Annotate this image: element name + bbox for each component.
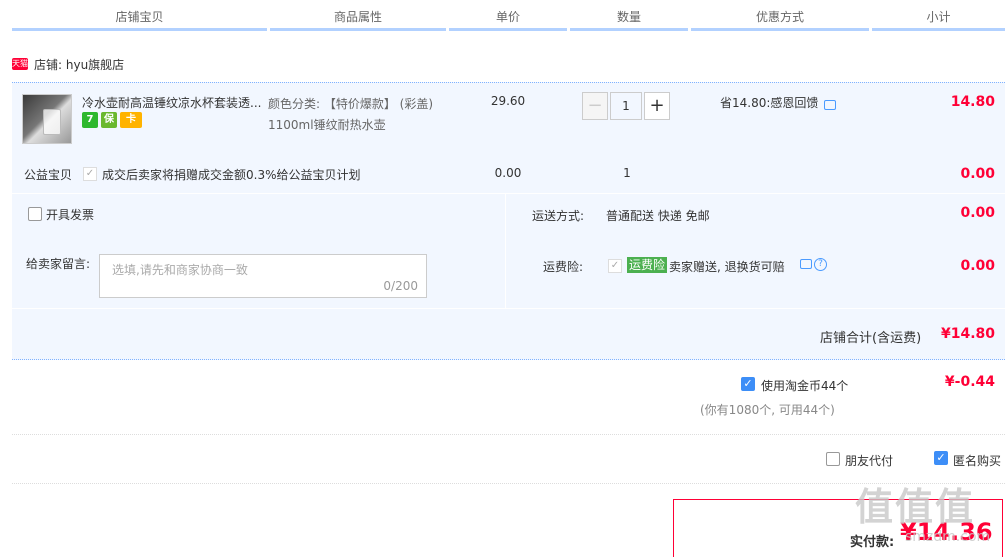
promo-text: 省14.80:感恩回馈 — [720, 96, 819, 110]
guarantee-icon[interactable]: 保 — [101, 112, 117, 128]
qty-increase-button[interactable]: + — [644, 92, 670, 120]
product-badges: 7 保 卡 — [82, 112, 142, 128]
chat-icon[interactable] — [800, 259, 812, 269]
charity-label: 公益宝贝 — [24, 168, 73, 182]
invoice-checkbox[interactable] — [28, 207, 42, 221]
charity-price: 0.00 — [494, 166, 522, 180]
anonymous-checkbox[interactable]: ✓ — [934, 451, 948, 465]
message-placeholder: 选填,请先和商家协商一致 — [112, 263, 248, 277]
shipping-fee: 0.00 — [960, 205, 995, 221]
insurance-label: 运费险: — [543, 260, 584, 274]
order-panel — [12, 82, 1005, 360]
charity-qty: 1 — [623, 166, 631, 180]
shop-name[interactable]: 店铺: hyu旗舰店 — [34, 56, 124, 73]
divider — [505, 193, 506, 308]
anonymous-label[interactable]: 匿名购买 — [953, 452, 1001, 469]
unit-price: 29.60 — [490, 94, 526, 108]
insurance-text: 卖家赠送, 退换货可赔 — [669, 260, 785, 274]
coins-note: (你有1080个, 可用44个) — [700, 403, 835, 417]
attr-color: 颜色分类: 【特价爆款】 (彩盖) — [268, 97, 434, 111]
product-thumbnail[interactable] — [22, 94, 72, 144]
seven-day-return-icon[interactable]: 7 — [82, 112, 98, 128]
shop-row: 天猫 店铺: hyu旗舰店 — [12, 55, 124, 73]
item-subtotal: 14.80 — [950, 94, 995, 110]
help-icon[interactable]: ? — [814, 258, 827, 271]
qty-decrease-button[interactable]: − — [582, 92, 608, 120]
charity-checkbox: ✓ — [83, 167, 97, 181]
message-textarea[interactable]: 选填,请先和商家协商一致 0/200 — [99, 254, 427, 298]
charity-subtotal: 0.00 — [960, 166, 995, 182]
divider — [12, 308, 1005, 309]
friend-pay-label[interactable]: 朋友代付 — [845, 452, 893, 469]
cart-header: 店铺宝贝 商品属性 单价 数量 优惠方式 小计 — [0, 0, 1005, 32]
quantity-stepper: − 1 + — [582, 92, 670, 120]
insurance-checkbox: ✓ — [608, 259, 622, 273]
header-col-price: 单价 — [449, 0, 567, 31]
insurance-icons: ? — [800, 258, 827, 271]
header-col-promo: 优惠方式 — [691, 0, 869, 31]
insurance-tag: 运费险 — [627, 257, 668, 273]
coins-label[interactable]: 使用淘金币44个 — [761, 377, 848, 394]
header-col-item: 店铺宝贝 — [12, 0, 267, 31]
credit-card-icon[interactable]: 卡 — [120, 112, 142, 128]
payment-label: 实付款: — [850, 535, 895, 550]
divider — [12, 193, 1005, 194]
product-title[interactable]: 冷水壶耐高温锤纹凉水杯套装透... — [82, 94, 262, 111]
divider — [12, 434, 1005, 435]
header-col-qty: 数量 — [570, 0, 688, 31]
invoice-label[interactable]: 开具发票 — [46, 206, 94, 223]
shop-total-label: 店铺合计(含运费) — [820, 331, 922, 346]
friend-pay-checkbox[interactable] — [826, 452, 840, 466]
product-attributes: 颜色分类: 【特价爆款】 (彩盖) 1100ml锤纹耐热水壶 — [268, 94, 458, 136]
shipping-label: 运送方式: — [532, 209, 585, 223]
tmall-icon: 天猫 — [12, 58, 28, 70]
watermark-url: smzdm.com — [905, 529, 991, 545]
chat-icon[interactable] — [824, 99, 837, 110]
attr-spec: 1100ml锤纹耐热水壶 — [268, 118, 386, 132]
coins-checkbox[interactable]: ✓ — [741, 377, 755, 391]
message-char-count: 0/200 — [383, 279, 418, 293]
promotion: 省14.80:感恩回馈 — [720, 94, 837, 111]
message-label: 给卖家留言: — [26, 257, 91, 271]
header-col-subtotal: 小计 — [872, 0, 1005, 31]
shipping-method[interactable]: 普通配送 快递 免邮 — [606, 207, 710, 224]
charity-text: 成交后卖家将捐赠成交金额0.3%给公益宝贝计划 — [102, 168, 361, 182]
header-col-attr: 商品属性 — [270, 0, 446, 31]
insurance-fee: 0.00 — [960, 258, 995, 274]
qty-input[interactable]: 1 — [610, 92, 642, 120]
coins-discount: ¥-0.44 — [944, 374, 995, 390]
shop-total-value: ¥14.80 — [940, 326, 995, 342]
watermark: 值值值 — [855, 485, 976, 529]
